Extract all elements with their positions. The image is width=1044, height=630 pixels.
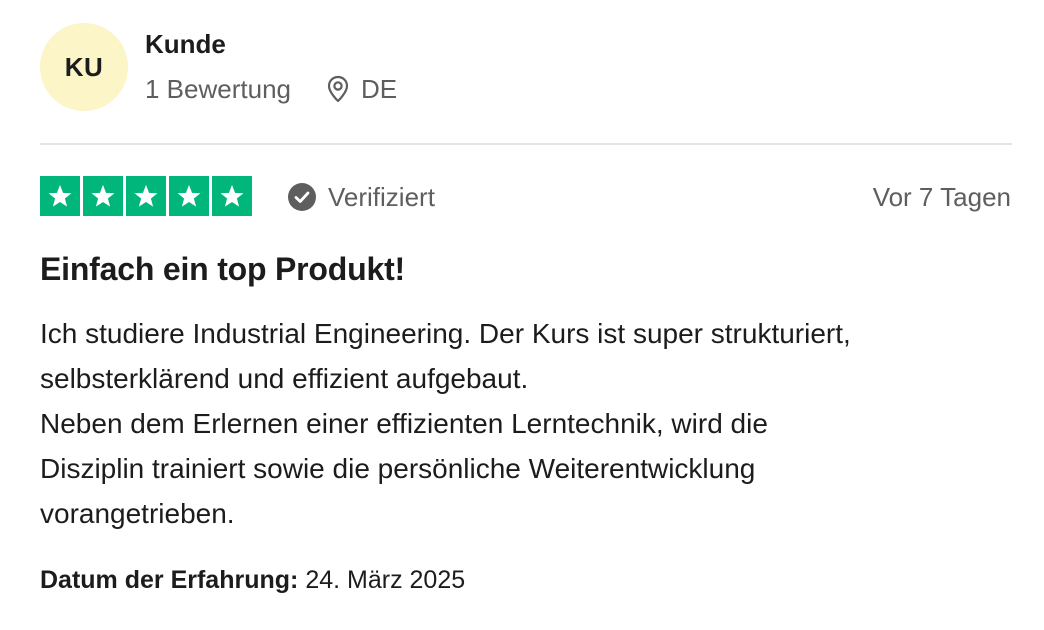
reviewer-name[interactable]: Kunde xyxy=(145,29,226,60)
verified-label: Verifiziert xyxy=(328,181,435,212)
review-body: Ich studiere Industrial Engineering. Der… xyxy=(40,311,1015,536)
star-icon xyxy=(91,184,115,207)
star-3 xyxy=(126,176,166,216)
experience-date-value: 24. März 2025 xyxy=(305,566,466,594)
review-count: 1 Bewertung xyxy=(145,73,291,104)
review-body-line: Ich studiere Industrial Engineering. Der… xyxy=(40,318,851,349)
star-1 xyxy=(40,176,80,216)
star-icon xyxy=(220,184,244,207)
check-circle-icon xyxy=(288,183,316,211)
review-date: Vor 7 Tagen xyxy=(872,181,1011,212)
star-icon xyxy=(48,184,72,207)
experience-date-label: Datum der Erfahrung: xyxy=(40,566,299,594)
experience-date: Datum der Erfahrung: 24. März 2025 xyxy=(40,566,465,595)
review-body-line: Disziplin trainiert sowie die persönlich… xyxy=(40,453,756,484)
reviewer-location: DE xyxy=(327,74,397,105)
star-icon xyxy=(134,184,158,207)
reviewer-meta: 1 Bewertung DE xyxy=(145,73,397,105)
star-2 xyxy=(83,176,123,216)
review-body-line: selbsterklärend und effizient aufgebaut. xyxy=(40,363,529,394)
reviewer-avatar[interactable]: KU xyxy=(40,23,128,111)
verified-badge[interactable]: Verifiziert xyxy=(288,180,435,214)
country-code: DE xyxy=(360,73,398,104)
star-4 xyxy=(169,176,209,216)
star-5 xyxy=(212,176,252,216)
star-rating xyxy=(40,176,252,216)
map-pin-icon xyxy=(327,75,349,103)
review-title[interactable]: Einfach ein top Produkt! xyxy=(40,251,405,288)
star-icon xyxy=(177,184,201,207)
review-body-line: Neben dem Erlernen einer effizienten Ler… xyxy=(40,408,768,439)
divider xyxy=(40,143,1012,145)
review-body-line: vorangetrieben. xyxy=(40,498,235,529)
avatar-initials: KU xyxy=(64,51,104,82)
